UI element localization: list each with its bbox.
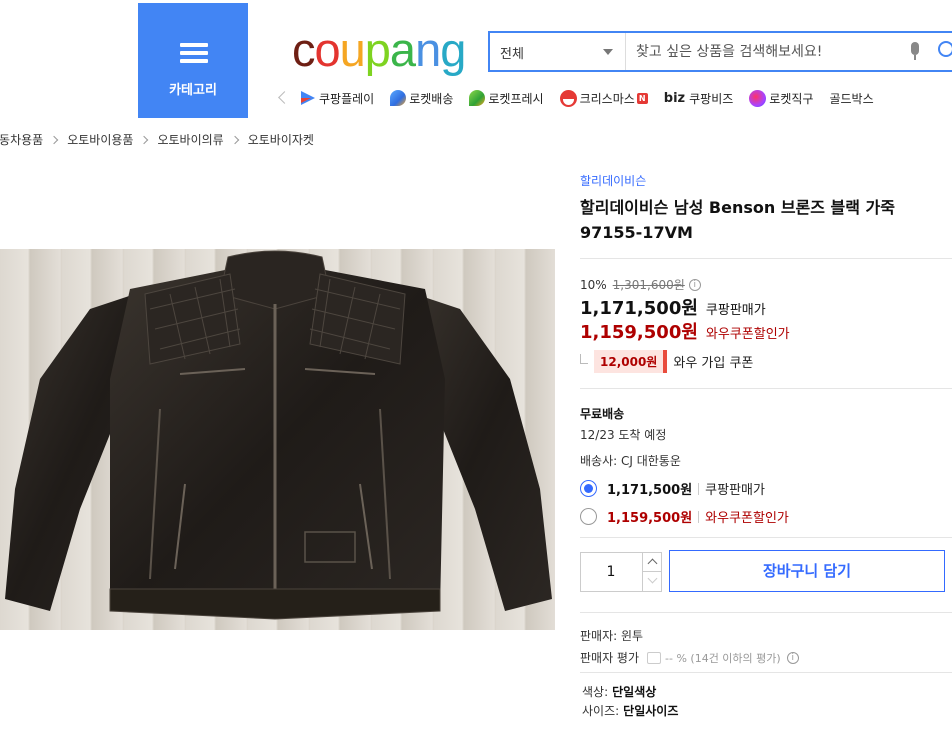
product-image[interactable] xyxy=(0,249,555,630)
breadcrumb-item[interactable]: 자동차용품 xyxy=(0,131,43,148)
search-bar: 전체 xyxy=(488,31,952,72)
search-icon[interactable] xyxy=(938,41,952,57)
separator xyxy=(698,482,700,495)
category-button[interactable]: 카테고리 xyxy=(138,3,248,118)
arrival-date: 12/23 도착 예정 xyxy=(580,428,667,442)
chevron-right-icon xyxy=(49,135,59,144)
search-scope-value: 전체 xyxy=(500,47,524,62)
radio-unselected[interactable] xyxy=(580,508,597,525)
price-option-coupang[interactable]: 1,171,500원 쿠팡판매가 xyxy=(580,479,765,498)
search-input[interactable] xyxy=(636,41,896,63)
new-badge: N xyxy=(636,92,648,104)
decrement-button[interactable] xyxy=(642,572,662,591)
option-price: 1,159,500원 xyxy=(607,511,693,526)
quick-link-label: 쿠팡플레이 xyxy=(319,91,375,106)
size-attribute: 사이즈: 단일사이즈 xyxy=(582,702,678,719)
search-scope-select[interactable]: 전체 xyxy=(490,33,626,70)
breadcrumb: 자동차용품 오토바이용품 오토바이의류 오토바이자켓 xyxy=(0,131,314,148)
quick-link-goldbox[interactable]: 골드박스 xyxy=(829,90,873,107)
divider xyxy=(580,612,952,613)
option-label: 와우쿠폰할인가 xyxy=(705,511,789,526)
chevron-right-icon xyxy=(140,135,149,144)
info-icon[interactable]: i xyxy=(688,278,701,291)
coupang-logo[interactable]: coupang xyxy=(292,22,466,77)
product-title-line1: 할리데이비슨 남성 Benson 브론즈 블랙 가죽 xyxy=(580,198,895,217)
quick-link-christmas[interactable]: 크리스마스 N xyxy=(559,89,648,107)
indent-hook xyxy=(580,353,588,364)
chevron-down-icon xyxy=(603,49,613,55)
discount-row: 10% 1,301,600원 i xyxy=(580,276,701,293)
color-attribute: 색상: 단일색상 xyxy=(582,683,656,700)
rocket-fresh-icon xyxy=(469,90,486,106)
chevron-right-icon xyxy=(230,135,239,144)
quick-link-coupang-play[interactable]: 쿠팡플레이 xyxy=(298,89,374,107)
quick-link-label: 로켓프레시 xyxy=(488,91,544,106)
product-title-line2: 97155-17VM xyxy=(580,223,693,242)
play-icon xyxy=(298,89,316,107)
brand-link[interactable]: 할리데이비슨 xyxy=(580,172,646,189)
divider xyxy=(580,537,952,538)
quick-link-rocket-global[interactable]: 로켓직구 xyxy=(749,89,814,107)
info-icon[interactable]: i xyxy=(786,651,799,664)
chevron-left-icon[interactable] xyxy=(276,88,290,108)
biz-logo: biz xyxy=(663,90,686,106)
breadcrumb-item[interactable]: 오토바이자켓 xyxy=(248,131,314,148)
color-label: 색상: xyxy=(582,685,609,699)
sale-price-row: 1,171,500원 쿠팡판매가 xyxy=(580,294,766,320)
quick-links: 쿠팡플레이 로켓배송 로켓프레시 크리스마스 N biz 쿠팡비즈 로켓직구 골… xyxy=(276,86,890,110)
category-label: 카테고리 xyxy=(169,83,217,98)
sale-price: 1,171,500원 xyxy=(580,298,698,319)
seller-rating-value: -- % (14건 이하의 평가) xyxy=(665,651,781,665)
sale-price-type: 쿠팡판매가 xyxy=(705,303,766,318)
size-value: 단일사이즈 xyxy=(623,704,679,718)
coupon-price: 1,159,500원 xyxy=(580,322,698,343)
original-price: 1,301,600원 xyxy=(612,278,685,292)
quick-link-label: 쿠팡비즈 xyxy=(689,91,734,106)
coupon-price-row: 1,159,500원 와우쿠폰할인가 xyxy=(580,318,790,344)
product-title: 할리데이비슨 남성 Benson 브론즈 블랙 가죽 97155-17VM xyxy=(580,195,952,245)
quick-link-label: 크리스마스 xyxy=(579,91,635,106)
santa-icon xyxy=(559,89,577,107)
breadcrumb-item[interactable]: 오토바이용품 xyxy=(67,131,133,148)
add-to-cart-button[interactable]: 장바구니 담기 xyxy=(669,550,945,592)
divider xyxy=(580,258,952,259)
quick-link-label: 골드박스 xyxy=(829,91,874,106)
divider xyxy=(580,672,952,673)
coupon-text: 와우 가입 쿠폰 xyxy=(673,356,754,371)
radio-selected[interactable] xyxy=(580,480,597,497)
quantity-stepper[interactable]: 1 xyxy=(580,552,662,592)
size-label: 사이즈: xyxy=(582,704,620,718)
microphone-icon[interactable] xyxy=(910,42,920,62)
quick-link-label: 로켓직구 xyxy=(769,91,814,106)
discount-rate: 10% xyxy=(580,277,607,292)
color-value: 단일색상 xyxy=(612,685,657,699)
increment-button[interactable] xyxy=(642,553,662,572)
hamburger-icon xyxy=(180,43,208,63)
shipping-title: 무료배송 xyxy=(580,407,625,421)
quick-link-label: 로켓배송 xyxy=(409,91,454,106)
rocket-icon xyxy=(390,90,407,106)
option-price: 1,171,500원 xyxy=(607,483,693,498)
coupon-tag[interactable]: 12,000원 xyxy=(594,350,668,373)
seller-rating-label: 판매자 평가 xyxy=(580,651,640,665)
option-label: 쿠팡판매가 xyxy=(705,483,765,498)
breadcrumb-item[interactable]: 오토바이의류 xyxy=(157,131,223,148)
quick-link-rocket-fresh[interactable]: 로켓프레시 xyxy=(469,90,544,107)
quantity-value[interactable]: 1 xyxy=(581,553,641,591)
quick-link-coupang-biz[interactable]: biz 쿠팡비즈 xyxy=(664,90,734,107)
seller-rating: 판매자 평가 -- % (14건 이하의 평가) i xyxy=(580,649,799,666)
seller-name: 판매자: 윈투 xyxy=(580,629,644,643)
coupon-price-type: 와우쿠폰할인가 xyxy=(705,327,790,342)
wow-coupon-row: 12,000원 와우 가입 쿠폰 xyxy=(580,350,753,373)
thumbs-up-icon xyxy=(647,651,662,664)
global-icon xyxy=(749,89,767,107)
carrier: 배송사: CJ 대한통운 xyxy=(580,454,681,468)
separator xyxy=(698,510,700,523)
price-option-wow[interactable]: 1,159,500원 와우쿠폰할인가 xyxy=(580,507,789,526)
quick-link-rocket-delivery[interactable]: 로켓배송 xyxy=(390,90,453,107)
divider xyxy=(580,388,952,389)
jacket-illustration xyxy=(5,250,552,620)
